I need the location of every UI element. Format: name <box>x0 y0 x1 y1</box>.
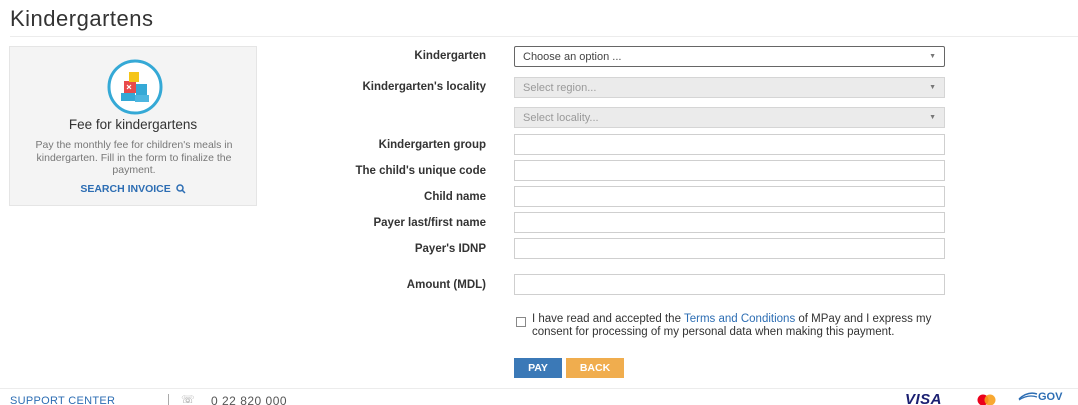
payer-name-input[interactable] <box>514 212 945 233</box>
payer-idnp-label: Payer's IDNP <box>414 243 486 255</box>
child-name-label: Child name <box>424 191 486 203</box>
amount-input[interactable] <box>514 274 945 295</box>
back-button[interactable]: BACK <box>566 358 624 378</box>
region-select-placeholder: Select region... <box>523 81 597 94</box>
mastercard-icon <box>970 394 1003 405</box>
search-invoice-label: SEARCH INVOICE <box>80 183 171 195</box>
group-input[interactable] <box>514 134 945 155</box>
chevron-down-icon: ▼ <box>929 84 936 91</box>
search-invoice-link[interactable]: SEARCH INVOICE <box>10 183 256 195</box>
region-select[interactable]: Select region... ▼ <box>514 77 945 98</box>
consent-checkbox[interactable] <box>516 317 526 327</box>
unique-code-input[interactable] <box>514 160 945 181</box>
locality-select-placeholder: Select locality... <box>523 111 599 124</box>
phone-number: 0 22 820 000 <box>211 394 288 405</box>
footer: SUPPORT CENTER ☏ 0 22 820 000 VISA GOV <box>0 388 1078 405</box>
page-title: Kindergartens <box>10 6 154 31</box>
payer-idnp-input[interactable] <box>514 238 945 259</box>
terms-link[interactable]: Terms and Conditions <box>684 313 795 325</box>
kindergarten-select[interactable]: Choose an option ... ▼ <box>514 46 945 67</box>
consent-text: I have read and accepted the Terms and C… <box>532 313 947 339</box>
payer-name-label: Payer last/first name <box>373 217 486 229</box>
title-divider <box>10 36 1078 37</box>
gov-label: GOV <box>1038 391 1063 403</box>
search-icon <box>175 184 186 194</box>
kindergarten-blocks-icon <box>107 59 163 115</box>
card-title: Fee for kindergartens <box>68 117 198 132</box>
support-center-link[interactable]: SUPPORT CENTER <box>10 395 115 405</box>
amount-label: Amount (MDL) <box>406 279 486 291</box>
pay-button[interactable]: PAY <box>514 358 562 378</box>
card-description: Pay the monthly fee for children's meals… <box>35 139 233 176</box>
visa-logo: VISA <box>905 391 943 405</box>
locality-label: Kindergarten's locality <box>362 81 486 93</box>
footer-divider <box>168 394 169 405</box>
kindergarten-label: Kindergarten <box>414 50 486 62</box>
group-label: Kindergarten group <box>378 139 486 151</box>
service-info-card: Fee for kindergartens Pay the monthly fe… <box>9 46 257 206</box>
gov-swoosh-icon <box>1018 392 1038 401</box>
chevron-down-icon: ▼ <box>929 53 936 60</box>
chevron-down-icon: ▼ <box>929 114 936 121</box>
unique-code-label: The child's unique code <box>355 165 486 177</box>
locality-select[interactable]: Select locality... ▼ <box>514 107 945 128</box>
kindergarten-select-value: Choose an option ... <box>523 50 622 63</box>
consent-text-before: I have read and accepted the <box>532 313 684 325</box>
gov-logo: GOV <box>1018 391 1062 403</box>
phone-icon: ☏ <box>181 394 195 405</box>
child-name-input[interactable] <box>514 186 945 207</box>
